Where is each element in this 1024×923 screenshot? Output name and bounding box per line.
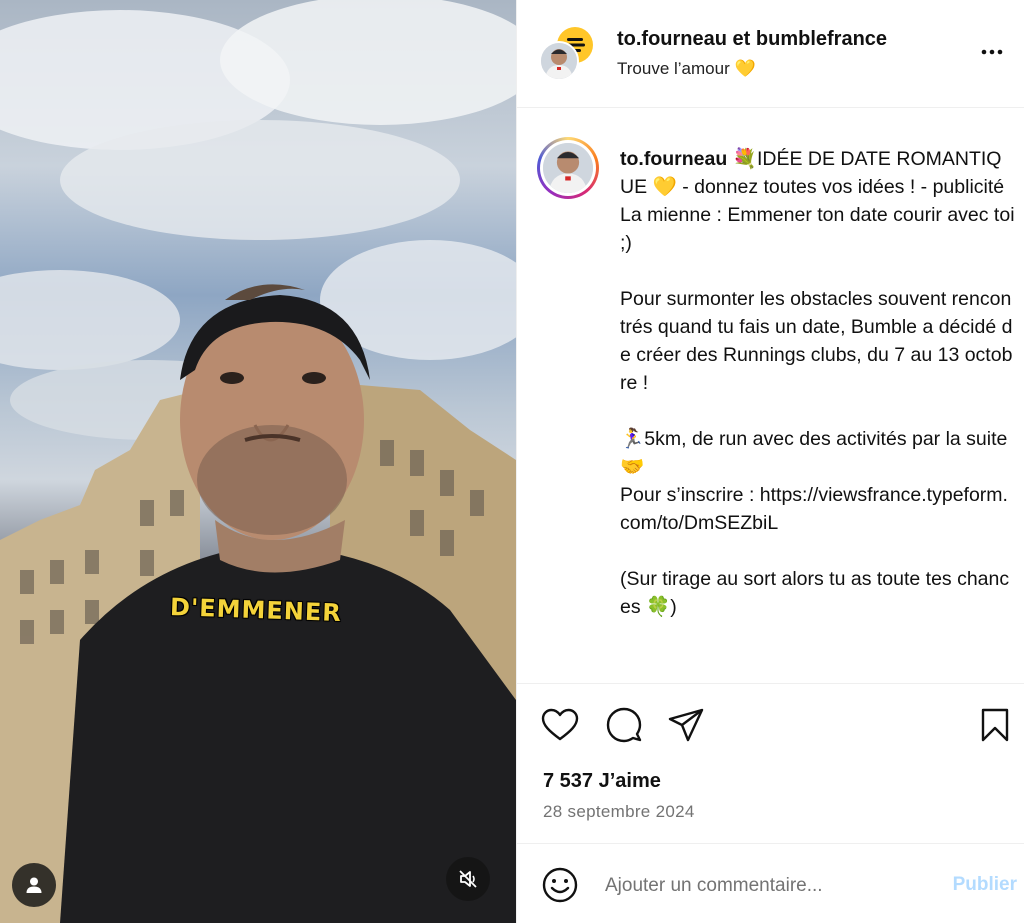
video-frame xyxy=(0,0,516,923)
save-button[interactable] xyxy=(975,705,1015,745)
audio-title[interactable]: Trouve l’amour 💛 xyxy=(617,59,756,79)
comment-button[interactable] xyxy=(604,705,644,745)
share-icon xyxy=(668,708,704,742)
like-count[interactable]: 7 537 J’aime xyxy=(543,770,661,793)
tagged-users-button[interactable] xyxy=(12,863,56,907)
speaker-muted-icon xyxy=(459,870,477,888)
video-subtitle: D'EMMENER xyxy=(169,593,343,627)
caption-author-avatar[interactable] xyxy=(537,137,599,199)
author-avatar[interactable] xyxy=(539,41,579,81)
collab-avatars[interactable] xyxy=(539,27,595,83)
caption-author-link[interactable]: to.fourneau xyxy=(620,148,727,170)
action-bar: 7 537 J’aime 28 septembre 2024 xyxy=(517,683,1024,843)
emoji-icon xyxy=(542,867,578,903)
comment-icon xyxy=(606,707,642,743)
post-dialog: D'EMMENER to.fourneau et bumblefrance Tr… xyxy=(0,0,1024,923)
person-icon xyxy=(26,877,42,893)
bookmark-icon xyxy=(981,708,1009,742)
post-caption: to.fourneau 💐IDÉE DE DATE ROMANTIQUE 💛 -… xyxy=(620,145,1015,621)
mute-toggle-button[interactable] xyxy=(446,857,490,901)
post-comment-button[interactable]: Publier xyxy=(937,874,1017,896)
collab-usernames[interactable]: to.fourneau et bumblefrance xyxy=(617,28,887,51)
more-horizontal-icon xyxy=(981,49,1003,55)
author-photo xyxy=(541,43,577,79)
more-options-button[interactable] xyxy=(977,40,1007,64)
emoji-picker-button[interactable] xyxy=(541,866,579,904)
post-details-panel: to.fourneau et bumblefrance Trouve l’amo… xyxy=(516,0,1024,923)
like-button[interactable] xyxy=(540,705,580,745)
share-button[interactable] xyxy=(666,705,706,745)
author-photo xyxy=(543,143,593,193)
reel-video[interactable]: D'EMMENER xyxy=(0,0,516,923)
post-header: to.fourneau et bumblefrance Trouve l’amo… xyxy=(517,0,1024,108)
comments-scroll-area[interactable]: to.fourneau 💐IDÉE DE DATE ROMANTIQUE 💛 -… xyxy=(517,108,1024,682)
comment-composer: Publier xyxy=(517,843,1024,923)
heart-icon xyxy=(541,708,579,741)
post-date[interactable]: 28 septembre 2024 xyxy=(543,802,695,822)
comment-input[interactable] xyxy=(605,872,925,900)
caption-body: 💐IDÉE DE DATE ROMANTIQUE 💛 - donnez tout… xyxy=(620,148,1015,618)
